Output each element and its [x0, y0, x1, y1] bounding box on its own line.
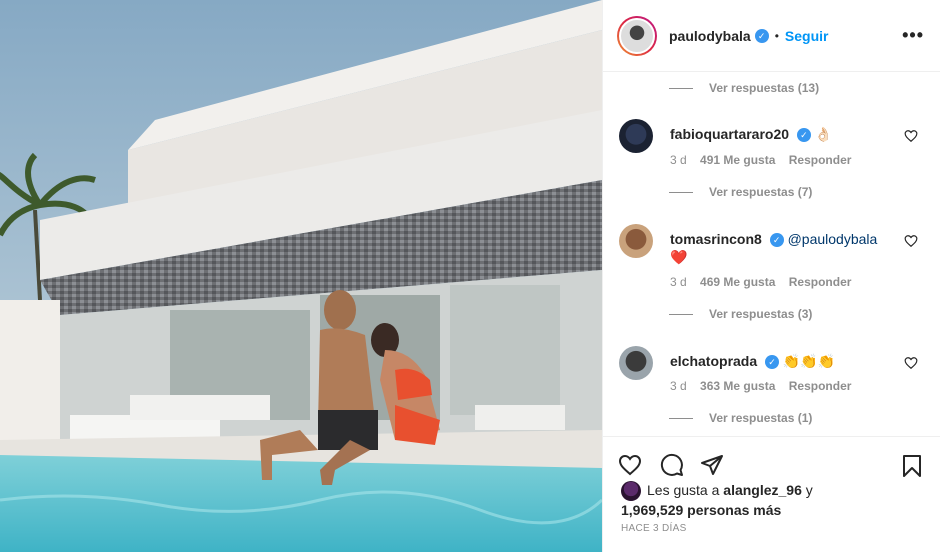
save-bookmark-icon[interactable]: [900, 453, 924, 479]
liker-username[interactable]: alanglez_96: [723, 482, 802, 498]
post-header: paulodybala ✓ • Seguir •••: [603, 0, 940, 72]
view-replies-label: Ver respuestas (1): [709, 411, 813, 425]
comment-item: elchatoprada ✓ 👏👏👏 3 d 363 Me gusta Resp…: [619, 346, 922, 416]
likes-count-link[interactable]: 1,969,529 personas más: [621, 502, 781, 518]
comment-item: tomasrincon8 ✓ @paulodybala ❤️ 3 d 469 M…: [619, 224, 922, 304]
comment-time[interactable]: 3 d: [670, 379, 687, 393]
comment-like-heart-icon[interactable]: [904, 129, 918, 143]
separator-dot: •: [774, 28, 779, 43]
post-image: [0, 0, 602, 552]
likes-summary: Les gusta a alanglez_96 y 1,969,529 pers…: [621, 481, 813, 519]
verified-badge-icon: ✓: [769, 233, 784, 248]
view-replies-button[interactable]: Ver respuestas (7): [669, 185, 812, 199]
view-replies-button[interactable]: Ver respuestas (3): [669, 307, 812, 321]
commenter-avatar[interactable]: [619, 119, 653, 153]
comment-likes-count[interactable]: 469 Me gusta: [700, 275, 775, 289]
comment-text: tomasrincon8 ✓ @paulodybala ❤️: [670, 230, 892, 266]
comment-like-heart-icon[interactable]: [904, 356, 918, 370]
follow-button[interactable]: Seguir: [785, 28, 829, 44]
comment-item: fabioquartararo20 ✓ 👌🏻 3 d 491 Me gusta …: [619, 119, 922, 189]
replies-divider: [669, 87, 693, 89]
commenter-username[interactable]: tomasrincon8: [670, 231, 762, 247]
commenter-avatar[interactable]: [619, 224, 653, 258]
reply-button[interactable]: Responder: [789, 275, 852, 289]
reply-button[interactable]: Responder: [789, 379, 852, 393]
author-avatar[interactable]: [617, 15, 657, 56]
commenter-avatar[interactable]: [619, 346, 653, 380]
like-heart-icon[interactable]: [617, 453, 643, 477]
verified-badge-icon: ✓: [754, 28, 769, 43]
replies-divider: [669, 417, 693, 419]
author-username[interactable]: paulodybala: [669, 28, 751, 44]
comment-content: 👌🏻: [814, 126, 833, 142]
comment-meta: 3 d 469 Me gusta Responder: [670, 275, 861, 289]
verified-badge-icon: ✓: [765, 355, 780, 370]
comment-time[interactable]: 3 d: [670, 153, 687, 167]
post-photo[interactable]: [0, 0, 602, 552]
comment-meta: 3 d 491 Me gusta Responder: [670, 153, 861, 167]
view-replies-label: Ver respuestas (3): [709, 307, 813, 321]
comment-icon[interactable]: [659, 453, 685, 477]
comments-list: Ver respuestas (13) fabioquartararo20 ✓ …: [603, 73, 940, 435]
post-timestamp[interactable]: HACE 3 DÍAS: [621, 523, 687, 534]
comment-time[interactable]: 3 d: [670, 275, 687, 289]
share-icon[interactable]: [699, 453, 725, 477]
comment-text: elchatoprada ✓ 👏👏👏: [670, 352, 892, 370]
comment-content: 👏👏👏: [782, 353, 836, 369]
post-side-panel: paulodybala ✓ • Seguir ••• Ver respuesta…: [602, 0, 940, 552]
liker-avatar[interactable]: [621, 481, 641, 502]
comment-meta: 3 d 363 Me gusta Responder: [670, 379, 861, 393]
action-bar: [617, 445, 924, 485]
replies-divider: [669, 191, 693, 193]
comment-mention[interactable]: @paulodybala: [788, 231, 878, 247]
comment-content: ❤️: [670, 249, 688, 265]
post-actions-section: Les gusta a alanglez_96 y 1,969,529 pers…: [603, 436, 940, 552]
likes-conjunction: y: [801, 482, 813, 498]
view-replies-button[interactable]: Ver respuestas (1): [669, 411, 812, 425]
more-options-icon[interactable]: •••: [902, 25, 924, 46]
view-replies-label: Ver respuestas (7): [709, 185, 813, 199]
commenter-username[interactable]: fabioquartararo20: [670, 126, 789, 142]
comment-text: fabioquartararo20 ✓ 👌🏻: [670, 125, 892, 143]
view-replies-button[interactable]: Ver respuestas (13): [669, 81, 819, 95]
likes-prefix: Les gusta a: [647, 482, 724, 498]
comment-likes-count[interactable]: 363 Me gusta: [700, 379, 775, 393]
comment-like-heart-icon[interactable]: [904, 234, 918, 248]
view-replies-label: Ver respuestas (13): [709, 81, 820, 95]
replies-divider: [669, 313, 693, 315]
reply-button[interactable]: Responder: [789, 153, 852, 167]
commenter-username[interactable]: elchatoprada: [670, 353, 757, 369]
comment-likes-count[interactable]: 491 Me gusta: [700, 153, 775, 167]
verified-badge-icon: ✓: [796, 128, 811, 143]
